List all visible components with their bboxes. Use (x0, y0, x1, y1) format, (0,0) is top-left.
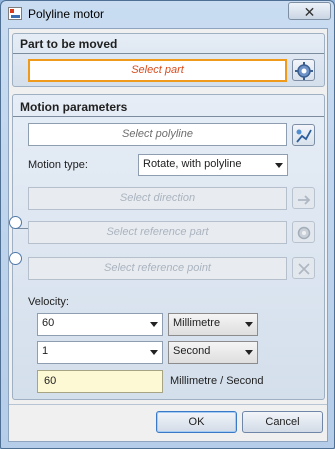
footer-divider (9, 404, 327, 405)
select-direction-button[interactable] (292, 187, 315, 209)
gear-select-icon (295, 62, 313, 80)
ok-button[interactable]: OK (156, 411, 237, 433)
motion-type-label: Motion type: (28, 159, 88, 171)
chevron-down-icon (245, 322, 253, 327)
motion-group-divider (13, 116, 324, 117)
part-group-divider (13, 53, 324, 54)
motion-group: Motion parameters Select polyline Motion… (9, 94, 325, 400)
motion-type-value: Rotate, with polyline (143, 158, 242, 170)
select-reference-point-button[interactable] (292, 257, 315, 279)
select-polyline-field[interactable]: Select polyline (28, 123, 287, 146)
chevron-down-icon (150, 322, 158, 327)
reference-part-radio[interactable] (9, 216, 22, 229)
chevron-down-icon (275, 163, 283, 168)
app-icon (8, 7, 22, 20)
close-icon: ✕ (303, 4, 316, 20)
close-button[interactable]: ✕ (288, 2, 331, 20)
select-reference-part-field[interactable]: Select reference part (28, 221, 287, 244)
velocity-label: Velocity: (28, 296, 69, 308)
part-group-title: Part to be moved (20, 37, 118, 51)
direction-arrow-icon (298, 195, 311, 205)
motion-group-title: Motion parameters (20, 100, 128, 114)
time-input[interactable]: 1 (37, 341, 163, 364)
time-unit-value: Second (173, 345, 211, 357)
time-value: 1 (42, 345, 49, 357)
result-unit-label: Millimetre / Second (170, 375, 264, 387)
velocity-unit-select[interactable]: Millimetre (168, 313, 258, 336)
velocity-unit-value: Millimetre (173, 317, 221, 329)
chevron-down-icon (150, 350, 158, 355)
point-arrow-icon (298, 263, 310, 275)
chevron-down-icon (245, 350, 253, 355)
time-unit-select[interactable]: Second (168, 341, 258, 364)
velocity-input[interactable]: 60 (37, 313, 163, 336)
polyline-select-icon (296, 129, 312, 143)
polyline-motor-dialog: Polyline motor ✕ Part to be moved Select… (0, 0, 335, 449)
select-direction-field[interactable]: Select direction (28, 187, 287, 210)
result-value-field: 60 (37, 370, 163, 393)
window-title: Polyline motor (28, 7, 105, 21)
cancel-button[interactable]: Cancel (242, 411, 323, 433)
title-bar: Polyline motor ✕ (1, 1, 334, 27)
motion-type-select[interactable]: Rotate, with polyline (138, 154, 288, 176)
select-reference-part-button[interactable] (292, 221, 315, 243)
part-group: Part to be moved Select part (12, 33, 325, 87)
select-reference-point-field[interactable]: Select reference point (28, 257, 287, 280)
velocity-value: 60 (42, 317, 55, 329)
select-polyline-button[interactable] (292, 124, 315, 146)
gear-icon (297, 226, 311, 240)
reference-point-radio[interactable] (9, 252, 22, 265)
select-part-button[interactable] (292, 59, 315, 81)
select-part-field[interactable]: Select part (28, 59, 287, 82)
